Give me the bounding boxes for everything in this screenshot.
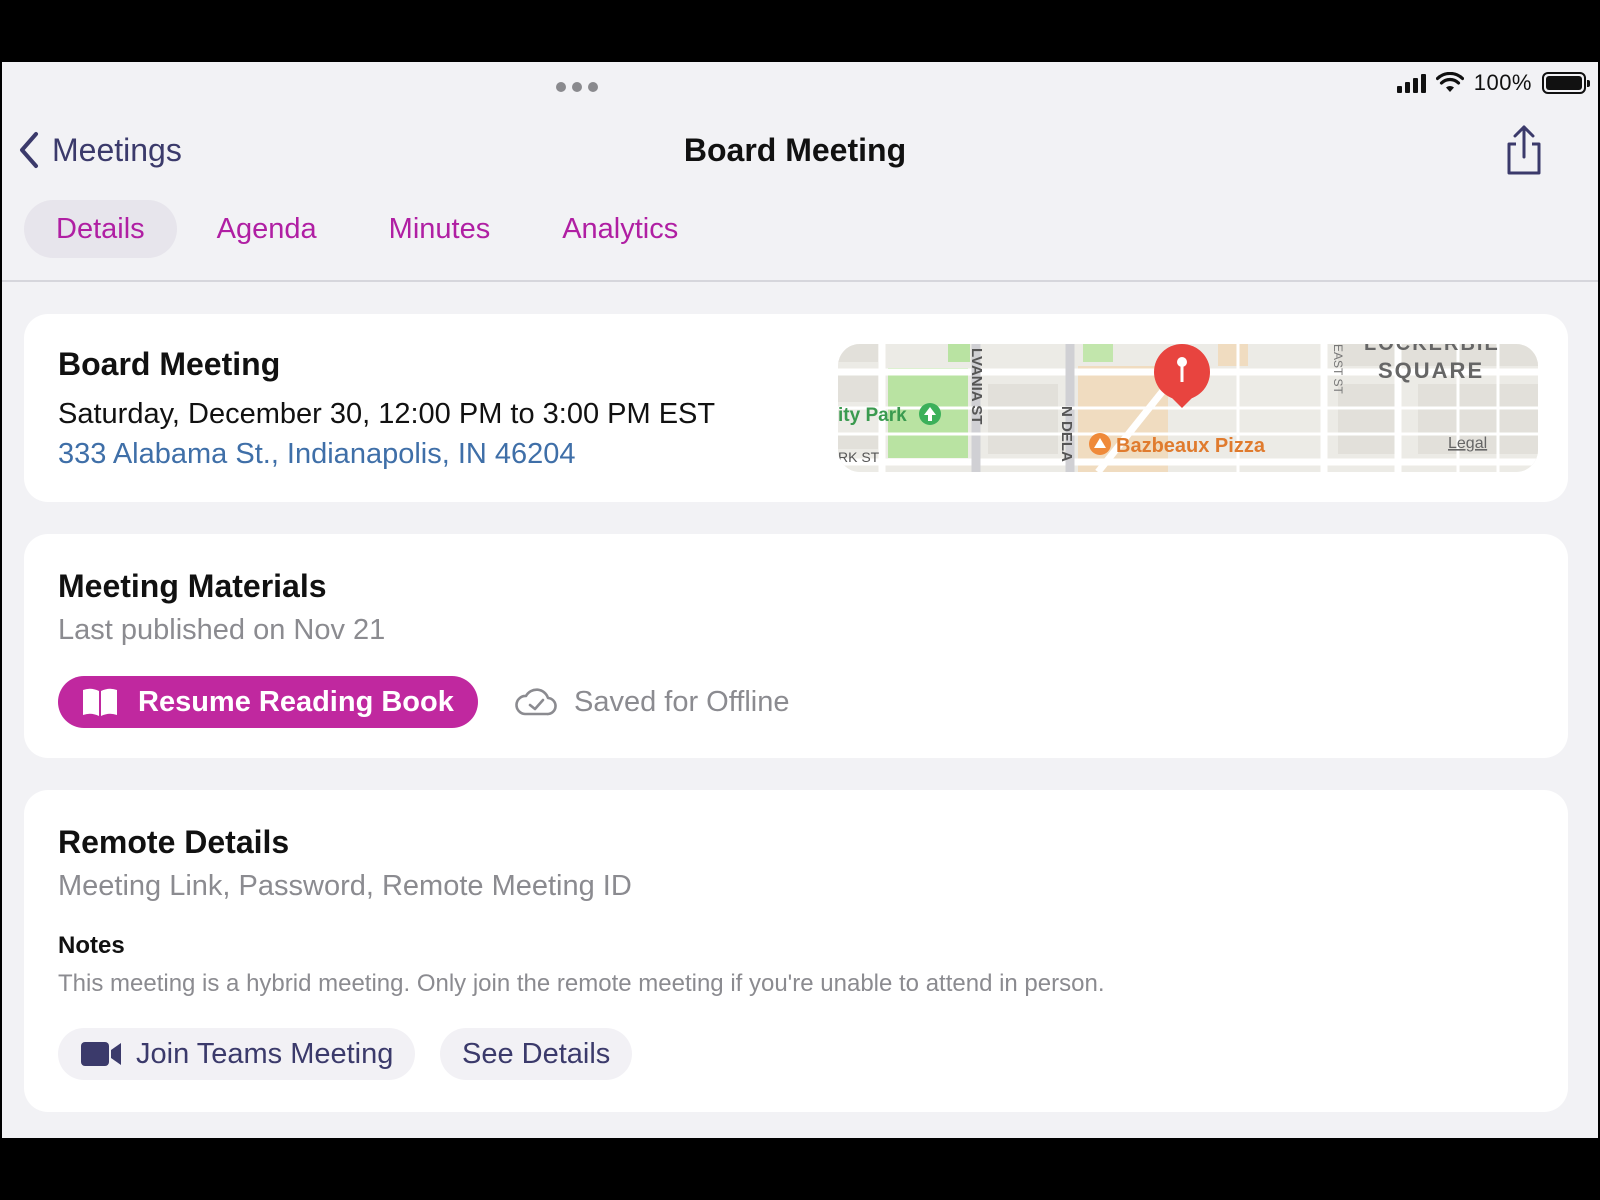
tab-details[interactable]: Details xyxy=(24,200,177,258)
remote-title: Remote Details xyxy=(58,824,290,860)
video-camera-icon xyxy=(81,1042,121,1066)
tab-minutes[interactable]: Minutes xyxy=(357,200,523,258)
remote-details-card: Remote Details Meeting Link, Password, R… xyxy=(24,790,1568,1112)
tab-agenda[interactable]: Agenda xyxy=(185,200,349,258)
map-label-square-top: LOCKERBIE xyxy=(1364,344,1500,355)
resume-reading-button[interactable]: Resume Reading Book xyxy=(58,676,478,728)
cellular-signal-icon xyxy=(1396,73,1426,93)
segmented-tabs: Details Agenda Minutes Analytics xyxy=(24,200,710,258)
location-map[interactable]: ity Park Bazbeaux Pizza RK ST LVANIA ST … xyxy=(838,344,1538,472)
see-details-button[interactable]: See Details xyxy=(440,1028,633,1080)
map-label-street4: RK ST xyxy=(838,449,880,465)
battery-percentage: 100% xyxy=(1473,70,1532,95)
multitasking-dots[interactable] xyxy=(556,82,598,92)
cloud-check-icon xyxy=(515,688,557,716)
materials-subtitle: Last published on Nov 21 xyxy=(58,614,386,646)
map-label-street1: LVANIA ST xyxy=(968,348,985,424)
battery-icon xyxy=(1542,72,1590,94)
notes-label: Notes xyxy=(58,932,125,959)
meeting-datetime: Saturday, December 30, 12:00 PM to 3:00 … xyxy=(58,398,716,430)
tab-analytics[interactable]: Analytics xyxy=(530,200,710,258)
notes-text: This meeting is a hybrid meeting. Only j… xyxy=(58,970,1105,997)
meeting-materials-card: Meeting Materials Last published on Nov … xyxy=(24,534,1568,758)
wifi-icon xyxy=(1435,72,1464,92)
header-divider xyxy=(2,280,1598,282)
map-label-park: ity Park xyxy=(838,405,907,426)
materials-title: Meeting Materials xyxy=(58,568,327,604)
status-bar: 100% xyxy=(1396,70,1590,96)
share-icon xyxy=(1507,125,1541,175)
page-title: Board Meeting xyxy=(683,132,907,168)
book-icon xyxy=(83,688,117,716)
map-label-street2: N DELA xyxy=(1058,406,1075,462)
share-button[interactable] xyxy=(1502,124,1546,176)
offline-status: Saved for Offline xyxy=(514,676,789,728)
join-teams-label: Join Teams Meeting xyxy=(136,1037,394,1070)
map-label-street3: EAST ST xyxy=(1331,344,1345,394)
map-label-poi: Bazbeaux Pizza xyxy=(1116,435,1266,457)
remote-subtitle: Meeting Link, Password, Remote Meeting I… xyxy=(58,870,632,902)
resume-reading-label: Resume Reading Book xyxy=(138,685,454,718)
meeting-address-link[interactable]: 333 Alabama St., Indianapolis, IN 46204 xyxy=(58,438,576,471)
offline-status-label: Saved for Offline xyxy=(574,685,790,718)
join-teams-button[interactable]: Join Teams Meeting xyxy=(58,1028,416,1080)
meeting-info-card: Board Meeting Saturday, December 30, 12:… xyxy=(24,314,1568,502)
meeting-title: Board Meeting xyxy=(58,346,281,382)
map-legal-link[interactable]: Legal xyxy=(1448,435,1487,452)
app-screen: 100% Meetings Board Meeting Details Agen… xyxy=(2,62,1598,1138)
map-label-square: SQUARE xyxy=(1378,358,1484,383)
